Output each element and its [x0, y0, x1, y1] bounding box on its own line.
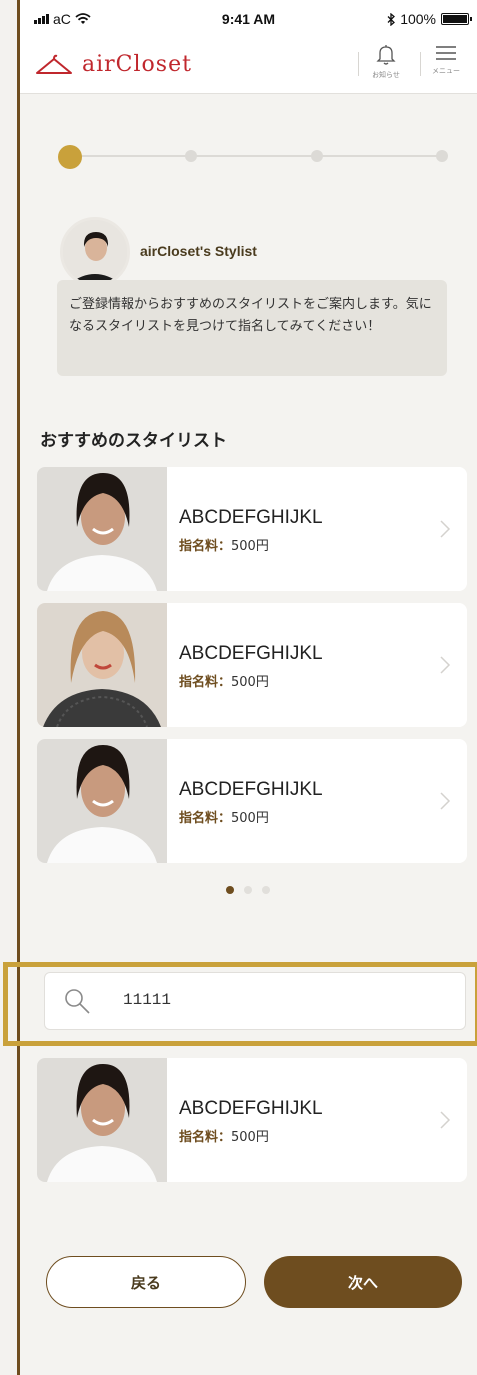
next-button[interactable]: 次へ	[264, 1256, 462, 1308]
carousel-pager	[226, 886, 270, 894]
stylist-card-fee: 指名料：500円	[179, 675, 269, 690]
chevron-right-icon	[440, 792, 451, 810]
stylist-card-fee: 指名料：500円	[179, 1130, 269, 1145]
stylist-photo	[37, 1058, 167, 1182]
menu-label: メニュー	[432, 67, 460, 75]
search-input[interactable]: 11111	[44, 972, 466, 1030]
bell-icon	[376, 45, 396, 65]
back-button[interactable]: 戻る	[46, 1256, 246, 1308]
chevron-right-icon	[440, 520, 451, 538]
header-divider	[420, 52, 421, 76]
section-title: おすすめのスタイリスト	[40, 431, 227, 451]
stylist-card-name: ABCDEFGHIJKL	[179, 643, 323, 664]
stylist-photo	[37, 467, 167, 591]
notifications-button[interactable]: お知らせ	[366, 44, 406, 90]
step-dot-4	[436, 150, 448, 162]
status-bar: aC 9:41 AM 100%	[20, 0, 477, 40]
bluetooth-icon	[387, 12, 396, 26]
menu-icon	[436, 46, 456, 60]
stylist-card-2[interactable]: ABCDEFGHIJKL 指名料：500円	[37, 603, 467, 727]
stylist-card-3[interactable]: ABCDEFGHIJKL 指名料：500円	[37, 739, 467, 863]
notifications-label: お知らせ	[372, 71, 400, 79]
stylist-card-name: ABCDEFGHIJKL	[179, 779, 323, 800]
battery-area: 100%	[387, 11, 472, 27]
search-value: 11111	[123, 991, 172, 1009]
stylist-avatar	[60, 217, 130, 287]
step-dot-2	[185, 150, 197, 162]
stylist-photo	[37, 603, 167, 727]
logo[interactable]: airCloset	[34, 52, 192, 77]
pager-dot-3[interactable]	[262, 886, 270, 894]
menu-button[interactable]: メニュー	[426, 44, 466, 90]
search-icon	[65, 989, 90, 1014]
progress-line	[68, 155, 444, 157]
stylist-card-name: ABCDEFGHIJKL	[179, 507, 323, 528]
stylist-card-fee: 指名料：500円	[179, 811, 269, 826]
app-frame: aC 9:41 AM 100% airCloset お知らせ メニュー airC…	[3, 0, 477, 1375]
stylist-card-fee: 指名料：500円	[179, 539, 269, 554]
pager-dot-2[interactable]	[244, 886, 252, 894]
logo-text: airCloset	[82, 52, 192, 77]
stylist-card-name: ABCDEFGHIJKL	[179, 1098, 323, 1119]
stylist-message: ご登録情報からおすすめのスタイリストをご案内します。気になるスタイリストを見つけ…	[57, 280, 447, 376]
battery-icon	[441, 13, 472, 25]
stylist-photo	[37, 739, 167, 863]
chevron-right-icon	[440, 656, 451, 674]
step-dot-1	[58, 145, 82, 169]
battery-percent: 100%	[400, 11, 436, 27]
app-header: airCloset お知らせ メニュー	[20, 40, 477, 94]
stylist-card-1[interactable]: ABCDEFGHIJKL 指名料：500円	[37, 467, 467, 591]
hanger-icon	[36, 54, 72, 74]
stylist-name: airCloset's Stylist	[140, 243, 257, 259]
step-progress	[58, 143, 450, 169]
pager-dot-1[interactable]	[226, 886, 234, 894]
step-dot-3	[311, 150, 323, 162]
header-divider	[358, 52, 359, 76]
search-result-card[interactable]: ABCDEFGHIJKL 指名料：500円	[37, 1058, 467, 1182]
chevron-right-icon	[440, 1111, 451, 1129]
